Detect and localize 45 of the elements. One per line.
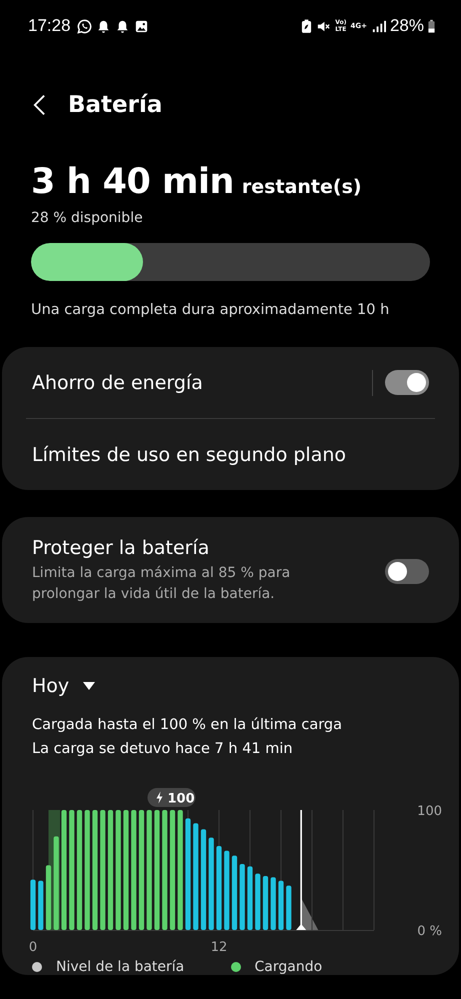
y-axis-label: 0 % (417, 924, 442, 939)
chart-bar (38, 880, 44, 930)
chart-bar (46, 865, 52, 930)
battery-icon (428, 19, 435, 33)
chart-bar (262, 876, 268, 930)
charge-info-text: Cargada hasta el 100 % en la última carga (32, 716, 343, 735)
chart-bar (240, 864, 245, 930)
remaining-suffix: restante(s) (242, 176, 362, 198)
bell-icon (96, 18, 111, 34)
charge-duration-note: Una carga completa dura aproximadamente 10 h (31, 302, 390, 318)
remaining-time: 3 h 40 min (31, 162, 234, 202)
period-dropdown[interactable]: Hoy (32, 675, 70, 697)
image-icon (134, 18, 149, 34)
back-icon[interactable] (33, 93, 46, 117)
available-percent: 28 % disponible (31, 210, 144, 226)
bell-icon (114, 18, 130, 34)
y-axis-label: 100 (417, 804, 442, 819)
legend-label: Nivel de la batería (56, 959, 184, 975)
toggle-switch[interactable] (385, 558, 429, 584)
setting-label[interactable]: Ahorro de energía (32, 372, 372, 394)
dropdown-caret-icon[interactable] (83, 682, 96, 690)
setting-label[interactable]: Proteger la batería (32, 537, 385, 559)
setting-label[interactable]: Límites de uso en segundo plano (32, 444, 429, 466)
charge-badge-value: 100 (168, 792, 195, 806)
chart-bar (255, 874, 260, 930)
clock: 17:28 (28, 16, 71, 36)
charge-badge (148, 788, 196, 807)
legend-label: Cargando (254, 959, 322, 975)
chart-bar (30, 880, 36, 930)
chart-bar (270, 877, 276, 930)
x-axis-label: 0 (28, 940, 38, 955)
setting-description: Limita la carga máxima al 85 % para prolongar la vida útil de la batería. (32, 564, 292, 604)
toggle-switch[interactable] (385, 370, 429, 395)
x-axis-label: 12 (210, 940, 228, 955)
forecast-shade (301, 898, 318, 930)
bolt-icon (156, 792, 162, 804)
chart-bar (286, 886, 292, 930)
signal-icon (370, 18, 386, 34)
chart-bar (247, 866, 253, 930)
chat-icon (76, 18, 92, 34)
charge-info-text: La carga se detuvo hace 7 h 41 min (32, 740, 294, 759)
page-title: Batería (68, 92, 162, 118)
battery-percent: 28% (390, 16, 424, 36)
chart-bar (278, 880, 284, 930)
battery-saver-icon (301, 18, 312, 34)
